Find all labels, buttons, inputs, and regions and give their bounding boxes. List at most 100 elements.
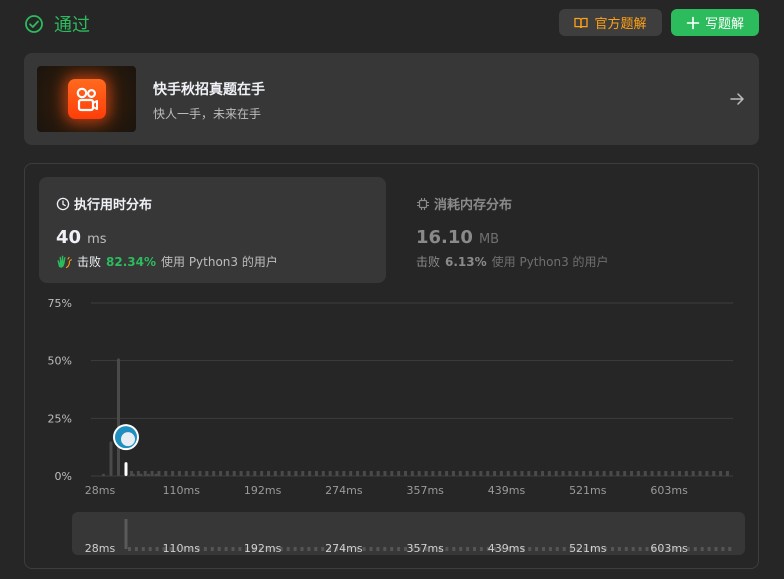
distribution-bar[interactable] [527, 471, 531, 476]
distribution-bar[interactable] [225, 471, 229, 476]
distribution-bar[interactable] [328, 471, 332, 476]
distribution-bar[interactable] [287, 471, 291, 476]
distribution-bar[interactable] [349, 471, 353, 476]
distribution-bar[interactable] [154, 473, 158, 476]
distribution-bar[interactable] [568, 471, 572, 476]
distribution-bar[interactable] [356, 471, 360, 476]
distribution-bar[interactable] [246, 471, 250, 476]
distribution-bar[interactable] [335, 471, 339, 476]
distribution-bar[interactable] [132, 473, 135, 476]
distribution-bar[interactable] [139, 473, 143, 476]
distribution-bar[interactable] [314, 471, 318, 476]
distribution-bar[interactable] [684, 471, 688, 476]
distribution-bar[interactable] [157, 471, 161, 476]
distribution-bar[interactable] [424, 471, 428, 476]
distribution-bar[interactable] [609, 471, 613, 476]
your-runtime-bar[interactable] [124, 462, 128, 476]
distribution-bar[interactable] [308, 471, 312, 476]
distribution-bar[interactable] [417, 471, 421, 476]
distribution-bar[interactable] [705, 471, 709, 476]
distribution-bar[interactable] [342, 471, 346, 476]
distribution-bar[interactable] [506, 471, 510, 476]
distribution-bar[interactable] [575, 471, 579, 476]
distribution-bar[interactable] [232, 471, 236, 476]
distribution-bar[interactable] [191, 471, 195, 476]
distribution-bar[interactable] [698, 471, 702, 476]
distribution-bar[interactable] [445, 471, 449, 476]
distribution-bar[interactable] [479, 471, 483, 476]
distribution-bar[interactable] [239, 471, 243, 476]
distribution-bar[interactable] [636, 471, 640, 476]
distribution-bar[interactable] [267, 471, 270, 476]
distribution-bar[interactable] [431, 471, 435, 476]
distribution-bar[interactable] [595, 471, 599, 476]
distribution-bar[interactable] [136, 471, 140, 476]
distribution-bar[interactable] [588, 471, 592, 476]
distribution-bar[interactable] [260, 471, 264, 476]
distribution-bar[interactable] [472, 471, 476, 476]
distribution-bar[interactable] [171, 471, 175, 476]
distribution-bar[interactable] [198, 471, 202, 476]
distribution-bar[interactable] [678, 471, 681, 476]
distribution-bar[interactable] [465, 471, 469, 476]
distribution-bar[interactable] [451, 471, 455, 476]
distribution-bar[interactable] [321, 471, 325, 476]
runtime-distribution-chart[interactable]: 75% 50% 25% 0% 28ms 110ms 192ms 274ms 357ms 439ms… [25, 164, 758, 568]
distribution-bar[interactable] [486, 471, 490, 476]
distribution-bar[interactable] [294, 471, 298, 476]
distribution-bar[interactable] [582, 471, 586, 476]
distribution-bar[interactable] [212, 471, 216, 476]
distribution-bar[interactable] [664, 471, 668, 476]
distribution-bar[interactable] [554, 471, 558, 476]
distribution-bar[interactable] [513, 471, 517, 476]
distribution-bar[interactable] [623, 471, 627, 476]
distribution-bar[interactable] [177, 471, 181, 476]
distribution-bar[interactable] [719, 471, 723, 476]
distribution-bar[interactable] [301, 471, 305, 476]
distribution-bar[interactable] [541, 471, 544, 476]
distribution-bar[interactable] [534, 471, 538, 476]
distribution-bar[interactable] [691, 471, 695, 476]
write-solution-button[interactable]: 写题解 [671, 9, 759, 36]
distribution-bar[interactable] [438, 471, 442, 476]
official-solution-button[interactable]: 官方题解 [559, 9, 662, 36]
distribution-bar[interactable] [650, 471, 654, 476]
distribution-bar[interactable] [404, 471, 407, 476]
arrow-right-icon[interactable] [729, 91, 745, 107]
distribution-bar[interactable] [616, 471, 620, 476]
distribution-bar[interactable] [602, 471, 606, 476]
distribution-bar[interactable] [205, 471, 209, 476]
distribution-bar[interactable] [150, 471, 154, 476]
distribution-bar[interactable] [362, 471, 366, 476]
promo-banner[interactable]: 快手秋招真题在手 快人一手，未来在手 [24, 53, 759, 145]
distribution-bar[interactable] [499, 471, 503, 476]
distribution-bar[interactable] [369, 471, 373, 476]
distribution-bar[interactable] [671, 471, 675, 476]
distribution-bar[interactable] [493, 471, 497, 476]
distribution-bar[interactable] [117, 358, 120, 476]
distribution-bar[interactable] [410, 471, 414, 476]
distribution-bar[interactable] [102, 473, 105, 476]
distribution-bar[interactable] [643, 471, 647, 476]
distribution-bar[interactable] [280, 471, 284, 476]
distribution-bar[interactable] [164, 471, 168, 476]
distribution-bar[interactable] [184, 471, 188, 476]
distribution-bar[interactable] [712, 471, 716, 476]
distribution-bar[interactable] [458, 471, 462, 476]
distribution-bar[interactable] [390, 471, 394, 476]
distribution-bar[interactable] [630, 471, 634, 476]
distribution-bar[interactable] [109, 441, 113, 476]
distribution-bar[interactable] [273, 471, 277, 476]
distribution-bar[interactable] [253, 471, 257, 476]
distribution-bar[interactable] [725, 471, 729, 476]
distribution-bar[interactable] [376, 471, 380, 476]
distribution-bar[interactable] [147, 473, 150, 476]
distribution-bar[interactable] [143, 471, 147, 476]
distribution-bar[interactable] [561, 471, 565, 476]
distribution-bar[interactable] [219, 471, 223, 476]
distribution-bar[interactable] [383, 471, 387, 476]
distribution-bar[interactable] [657, 471, 661, 476]
distribution-bar[interactable] [547, 471, 551, 476]
distribution-bar[interactable] [397, 471, 401, 476]
distribution-bar[interactable] [520, 471, 524, 476]
